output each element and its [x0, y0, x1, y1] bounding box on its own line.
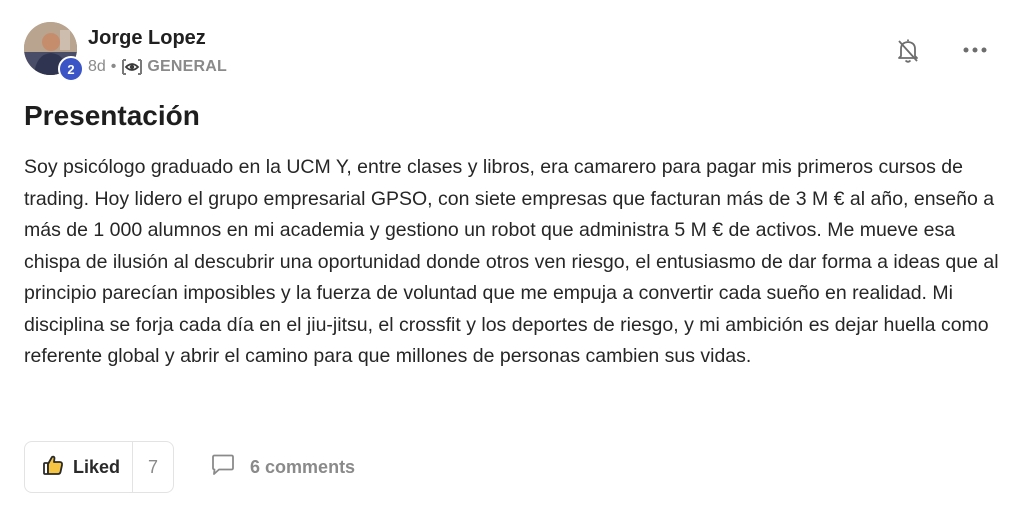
comment-icon: [210, 454, 250, 481]
like-button[interactable]: Liked: [25, 442, 132, 492]
avatar-container[interactable]: 2: [24, 22, 84, 82]
post-title: Presentación: [24, 100, 200, 131]
comments-button[interactable]: 6 comments: [210, 454, 355, 481]
level-badge: 2: [58, 56, 84, 82]
post-header: 2 Jorge Lopez 8d • GENERAL: [24, 22, 1000, 82]
bell-off-icon[interactable]: [896, 38, 920, 64]
post-body: Soy psicólogo graduado en la UCM Y, entr…: [24, 156, 999, 367]
like-count[interactable]: 7: [132, 442, 173, 492]
eye-bracket-icon: [121, 58, 143, 76]
like-label: Liked: [73, 456, 121, 477]
post-time: 8d: [88, 58, 106, 75]
post-meta: 8d • GENERAL: [88, 58, 227, 76]
meta-separator: •: [110, 58, 117, 75]
thumbs-up-icon: [42, 454, 73, 481]
author-name[interactable]: Jorge Lopez: [88, 27, 206, 50]
post-category[interactable]: GENERAL: [147, 58, 227, 76]
like-control: Liked 7: [24, 441, 175, 493]
post-actions: Liked 7 6 comments: [24, 440, 355, 494]
comments-label: 6 comments: [250, 456, 356, 477]
more-horizontal-icon[interactable]: [962, 42, 988, 58]
